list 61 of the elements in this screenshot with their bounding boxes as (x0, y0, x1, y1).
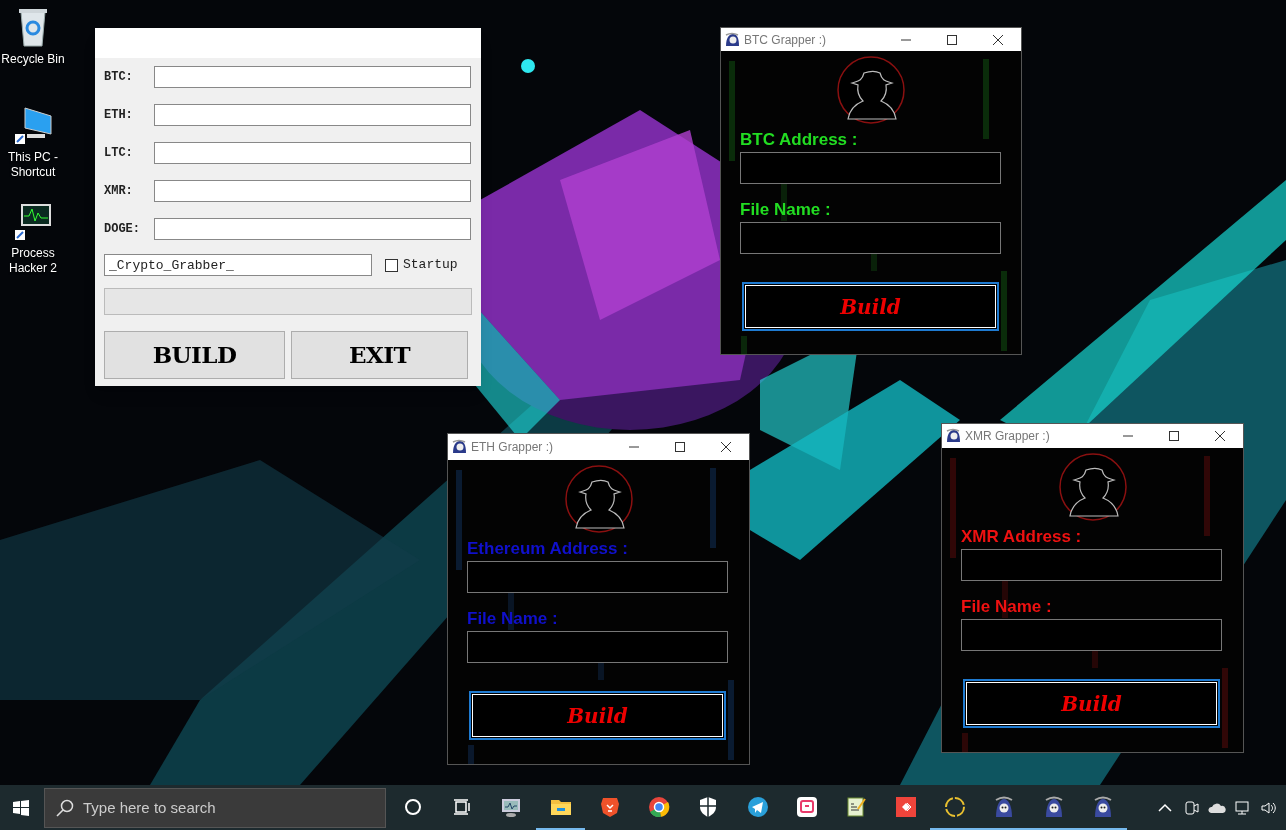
field-label: XMR Address : (961, 528, 1083, 546)
field-label: BTC Address : (740, 131, 859, 149)
avatar-icon (836, 55, 906, 125)
app-icon (724, 31, 740, 48)
input-field[interactable] (467, 631, 728, 663)
input-field[interactable] (154, 218, 471, 240)
field-label: BTC: (104, 69, 134, 86)
light-dot (521, 59, 535, 73)
close-icon (721, 442, 731, 452)
maximize-icon (1169, 431, 1179, 441)
checkbox[interactable] (385, 258, 398, 272)
chrome-icon (647, 794, 672, 819)
camera-icon (1182, 798, 1200, 817)
ring-icon (942, 794, 967, 819)
search-field[interactable]: Type here to search (44, 787, 386, 828)
build-button[interactable]: Build (469, 691, 726, 740)
close-icon (993, 34, 1003, 45)
window-title: ETH Grapper :) (471, 439, 555, 456)
field-label: ETH: (104, 107, 134, 124)
network-button[interactable] (1234, 798, 1252, 817)
app-icon (451, 439, 467, 455)
camera-button[interactable] (1182, 798, 1200, 817)
window-title: XMR Grapper :) (965, 428, 1051, 445)
button[interactable]: BUILD (104, 331, 285, 379)
build-button[interactable]: Build (963, 679, 1220, 728)
field-label: XMR: (104, 183, 134, 200)
close-icon (1215, 431, 1225, 441)
windows-logo-icon (13, 799, 29, 816)
field-label: File Name : (467, 610, 559, 628)
network-icon (1234, 798, 1252, 817)
window-title: BTC Grapper :) (744, 31, 828, 49)
paper-plane-icon (745, 794, 770, 819)
input-field[interactable] (740, 152, 1001, 184)
desktop-icon-label[interactable]: Recycle Bin (1, 52, 65, 67)
search-icon (56, 798, 74, 817)
notepad-icon (844, 794, 869, 819)
checkbox-label: Startup (403, 256, 458, 275)
input-field[interactable] (961, 619, 1222, 651)
input-field[interactable] (467, 561, 728, 593)
field-label: File Name : (740, 201, 832, 219)
input-field[interactable] (154, 142, 471, 164)
build-button[interactable]: Build (742, 282, 999, 331)
computer-icon (13, 104, 53, 146)
file-name-field[interactable]: _Crypto_Grabber_ (104, 254, 372, 276)
input-field[interactable] (154, 66, 471, 88)
desktop-icon-label[interactable]: Process Hacker 2 (0, 246, 66, 276)
field-label: LTC: (104, 145, 134, 162)
avatar-icon (563, 464, 634, 534)
avatar-icon (1057, 452, 1128, 522)
desktop-icon-label[interactable]: This PC - Shortcut (0, 150, 66, 180)
maximize-icon (675, 442, 685, 452)
input-field[interactable] (154, 180, 471, 202)
input-field[interactable] (154, 104, 471, 126)
app-icon (945, 428, 961, 444)
field-label: Ethereum Address : (467, 540, 629, 558)
field-label: File Name : (961, 598, 1053, 616)
input-field[interactable] (961, 549, 1222, 581)
input-field[interactable] (740, 222, 1001, 254)
field-label: DOGE: (104, 221, 141, 238)
maximize-icon (947, 34, 957, 45)
button[interactable]: EXIT (291, 331, 468, 379)
